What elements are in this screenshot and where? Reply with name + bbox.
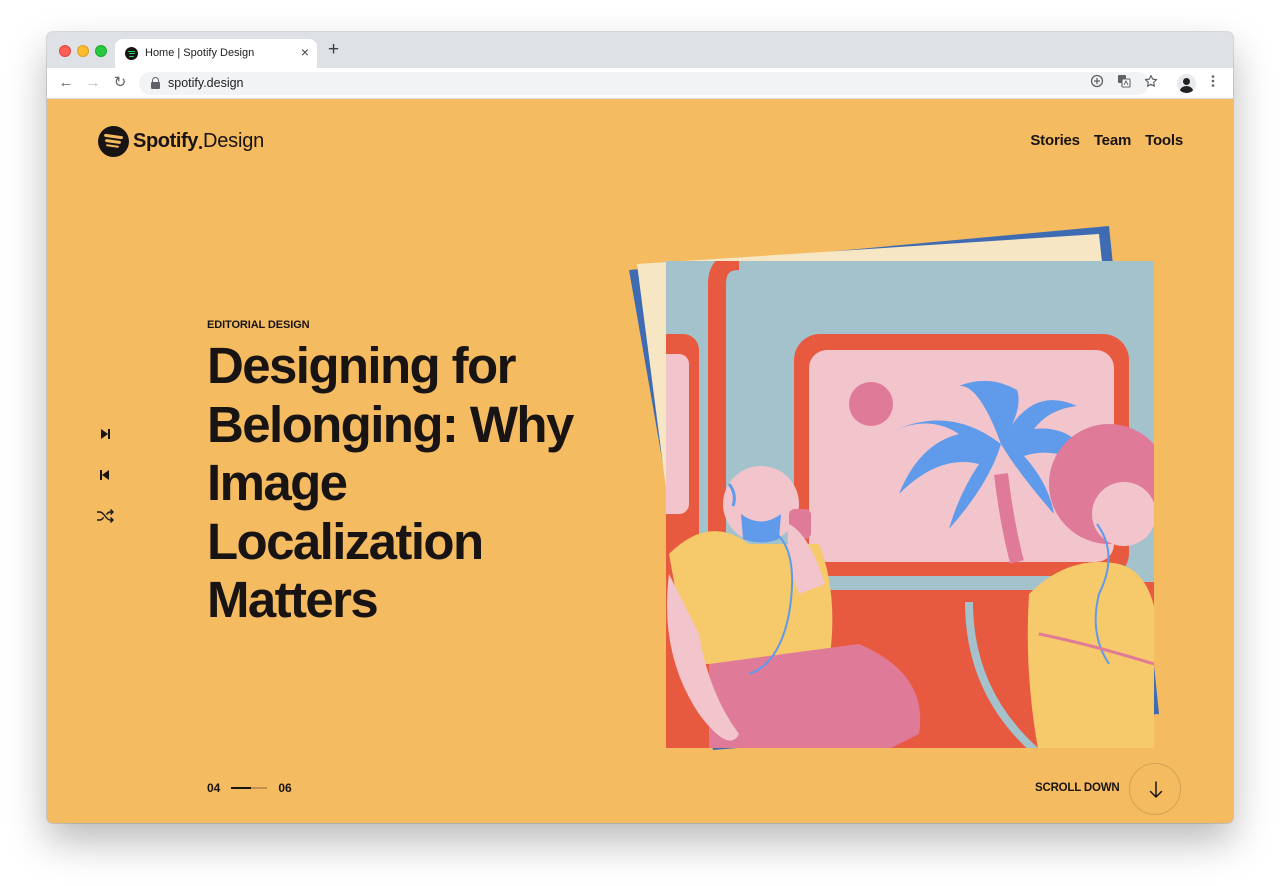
main-nav: Stories Team Tools [1030,132,1183,149]
profile-icon[interactable] [1177,74,1196,93]
more-vert-icon[interactable] [1204,74,1222,92]
feature-illustration[interactable] [629,194,1189,764]
translate-icon[interactable] [1115,74,1133,92]
star-icon[interactable] [1142,74,1160,92]
logo-dot [198,145,202,149]
pager-progress [231,787,268,789]
hero-title-line: Matters [207,571,379,628]
logo-subtitle: Design [202,129,265,152]
logo-wordmark: Spotify [133,129,198,152]
forward-button[interactable]: → [83,73,103,93]
skip-previous-icon[interactable] [95,465,115,485]
nav-link-tools[interactable]: Tools [1145,132,1183,149]
nav-link-stories[interactable]: Stories [1030,132,1080,149]
shuffle-icon[interactable] [95,506,115,526]
tab-bar: Home | Spotify Design × + [47,32,1233,68]
hero-title-line: Belonging: Why [207,395,574,453]
lock-icon [151,77,160,89]
hero-title-line: Image [207,454,348,511]
address-bar[interactable]: spotify.design [139,72,1149,95]
tab-close-icon[interactable]: × [301,44,309,60]
spotify-logo-icon [98,125,129,157]
arrow-down-icon [1149,781,1163,798]
tab-title: Home | Spotify Design [145,47,255,59]
scroll-down-label[interactable]: SCROLL DOWN [1035,782,1120,794]
minimize-window-button[interactable] [77,45,89,57]
category-label: EDITORIAL DESIGN [207,319,310,331]
hero-title[interactable]: Designing for Belonging: Why Image Local… [207,337,607,630]
hero-title-line: Localization [207,512,484,570]
add-circle-icon[interactable] [1088,74,1106,92]
back-button[interactable]: ← [56,73,76,93]
spotify-favicon-icon [125,47,138,60]
url-text[interactable]: spotify.design [168,76,244,90]
illustration-card [666,261,1154,748]
new-tab-button[interactable]: + [328,40,339,60]
skip-next-icon[interactable] [95,424,115,444]
pager-total: 06 [278,781,292,795]
page: Spotify Design Stories Team Tools EDITOR… [47,99,1233,823]
browser-tab-active[interactable]: Home | Spotify Design × [115,39,317,68]
slide-pager: 04 06 [207,781,292,795]
maximize-window-button[interactable] [95,45,107,57]
pager-current: 04 [207,781,221,795]
nav-link-team[interactable]: Team [1094,132,1131,149]
reload-button[interactable]: ↻ [110,73,130,93]
browser-toolbar: ← → ↻ spotify.design [47,68,1233,99]
browser-window: Home | Spotify Design × + ← → ↻ spotify.… [47,32,1233,823]
close-window-button[interactable] [59,45,71,57]
spotify-design-logo[interactable]: Spotify Design [98,125,264,157]
scroll-down-button[interactable] [1129,763,1181,815]
hero-title-line: Designing for [207,337,516,394]
